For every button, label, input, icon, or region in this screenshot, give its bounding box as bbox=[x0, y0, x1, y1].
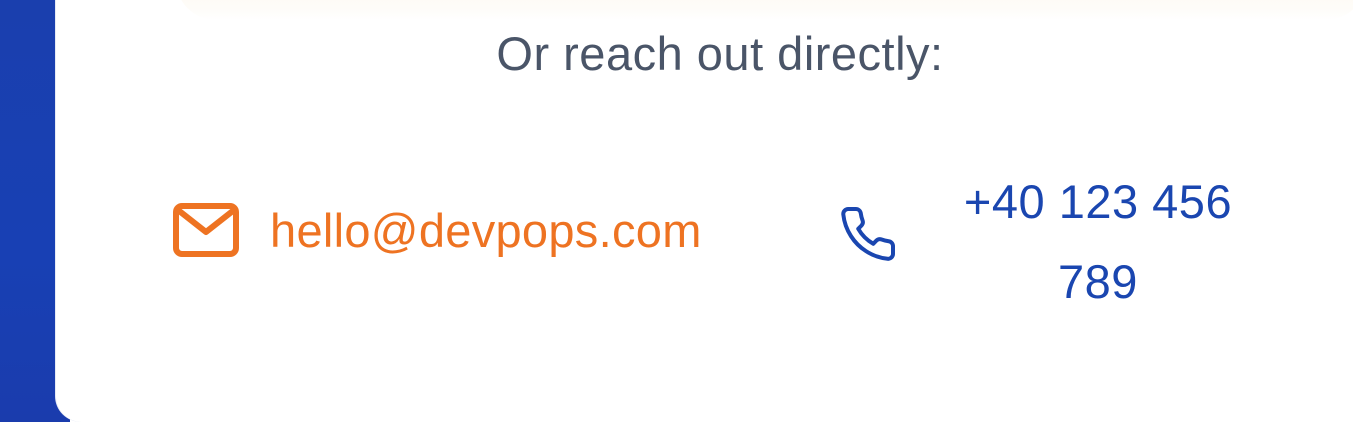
mail-icon bbox=[172, 202, 240, 258]
contact-links-row: hello@devpops.com +40 123 456 789 bbox=[0, 160, 1353, 310]
email-address: hello@devpops.com bbox=[270, 203, 702, 257]
contact-heading: Or reach out directly: bbox=[496, 27, 944, 80]
phone-link[interactable]: +40 123 456 789 bbox=[838, 160, 1278, 310]
phone-number: +40 123 456 789 bbox=[963, 175, 1233, 308]
phone-icon bbox=[838, 204, 898, 264]
card-top-divider bbox=[176, 0, 1353, 20]
email-link[interactable]: hello@devpops.com bbox=[172, 202, 702, 258]
